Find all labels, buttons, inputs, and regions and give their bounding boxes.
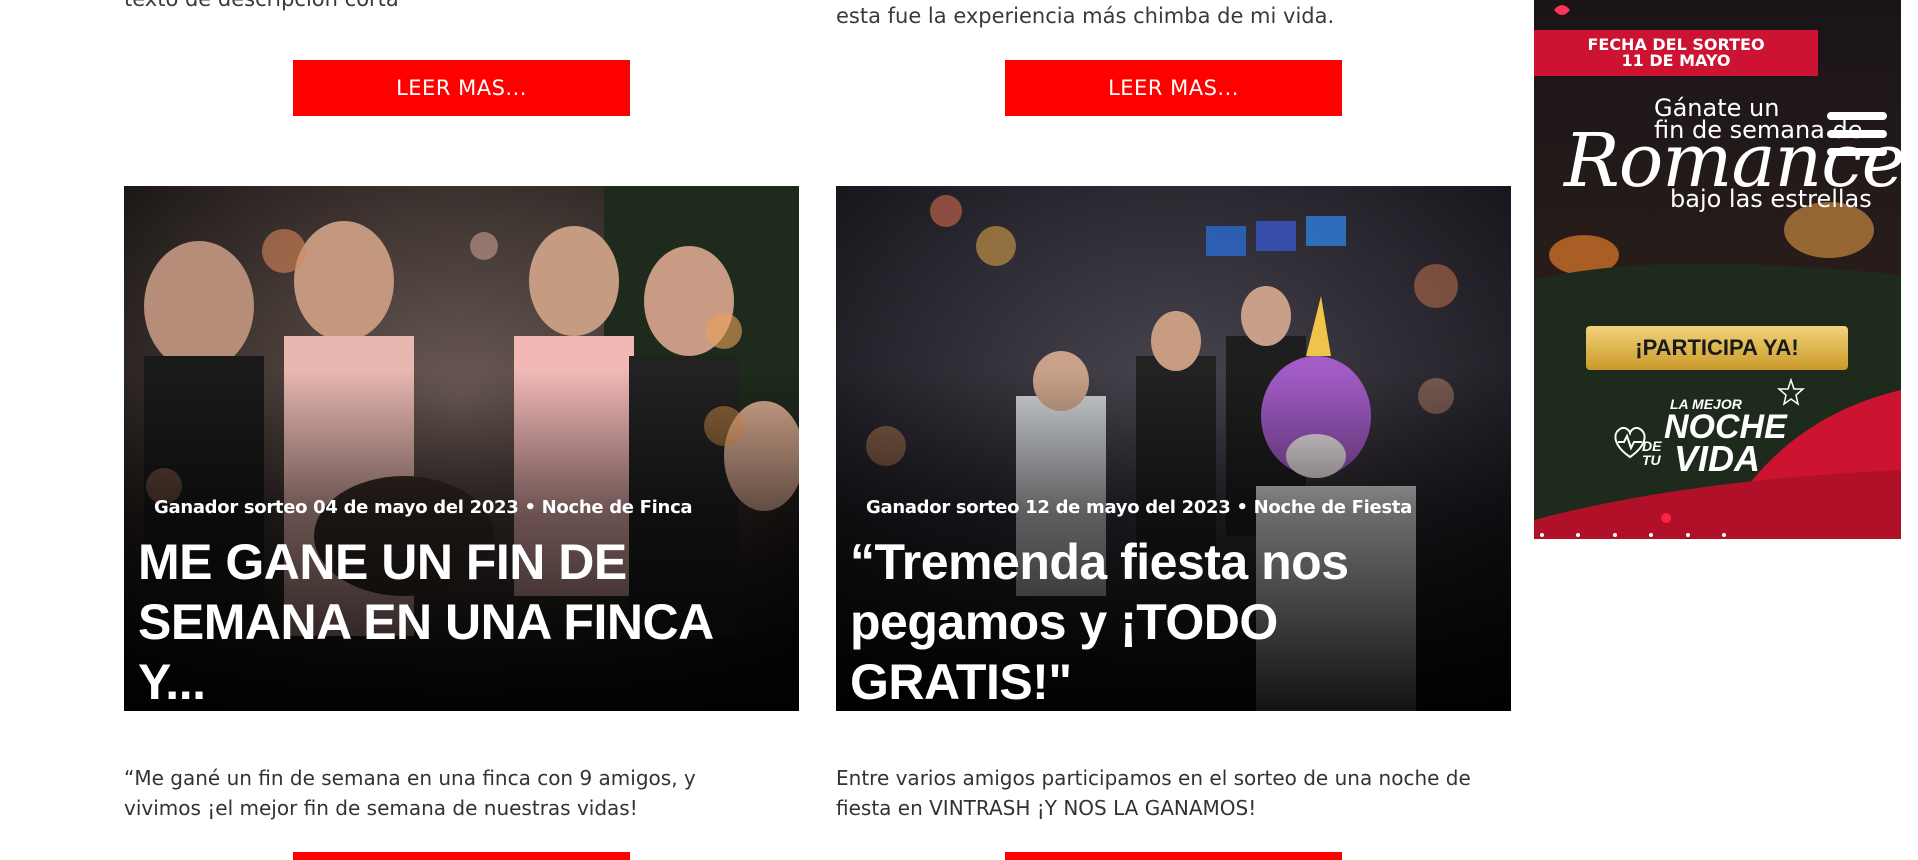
heart-icon <box>1614 426 1646 459</box>
hamburger-menu-icon[interactable] <box>1827 112 1887 164</box>
carousel-dot[interactable] <box>1722 533 1727 537</box>
post-meta: Ganador sorteo 12 de mayo del 2023 • Noc… <box>866 497 1413 518</box>
post-title[interactable]: ME GANE UN FIN DE SEMANA EN UNA FINCA Y.… <box>138 532 779 711</box>
promo-date-label: FECHA DEL SORTEO 11 DE MAYO <box>1534 30 1818 76</box>
carousel-dot[interactable] <box>1576 533 1581 537</box>
carousel-dot[interactable] <box>1685 533 1690 537</box>
carousel-dot[interactable] <box>1540 533 1544 537</box>
post-card-fiesta[interactable]: Ganador sorteo 12 de mayo del 2023 • Noc… <box>836 186 1511 711</box>
post-card-finca[interactable]: Ganador sorteo 04 de mayo del 2023 • Noc… <box>124 186 799 711</box>
read-more-button-3[interactable] <box>293 852 630 860</box>
read-more-button-2[interactable]: LEER MAS... <box>1005 60 1342 116</box>
carousel-dot[interactable] <box>1649 533 1654 537</box>
menu-bar <box>1827 148 1887 156</box>
carousel-dot[interactable] <box>1612 533 1617 537</box>
star-icon <box>1776 378 1806 406</box>
read-more-button-1[interactable]: LEER MAS... <box>293 60 630 116</box>
post-excerpt-top-2: esta fue la experiencia más chimba de mi… <box>836 4 1335 28</box>
post-excerpt-finca: “Me gané un fin de semana en una finca c… <box>124 766 696 820</box>
post-excerpt-top-1: texto de descripción corta <box>124 0 399 14</box>
participate-button[interactable]: ¡PARTICIPA YA! <box>1586 326 1848 370</box>
promo-banner[interactable]: FECHA DEL SORTEO 11 DE MAYO Gánate un fi… <box>1534 0 1901 539</box>
post-excerpt-fiesta: Entre varios amigos participamos en el s… <box>836 766 1471 820</box>
carousel-dots[interactable] <box>1540 524 1754 539</box>
promo-tag-big-2: VIDA <box>1674 438 1761 479</box>
promo-line-3: bajo las estrellas <box>1670 185 1872 213</box>
post-title[interactable]: “Tremenda fiesta nos pegamos y ¡TODO GRA… <box>850 532 1491 711</box>
menu-bar <box>1827 130 1887 138</box>
post-meta: Ganador sorteo 04 de mayo del 2023 • Noc… <box>154 497 693 518</box>
read-more-button-4[interactable] <box>1005 852 1342 860</box>
menu-bar <box>1827 112 1887 120</box>
